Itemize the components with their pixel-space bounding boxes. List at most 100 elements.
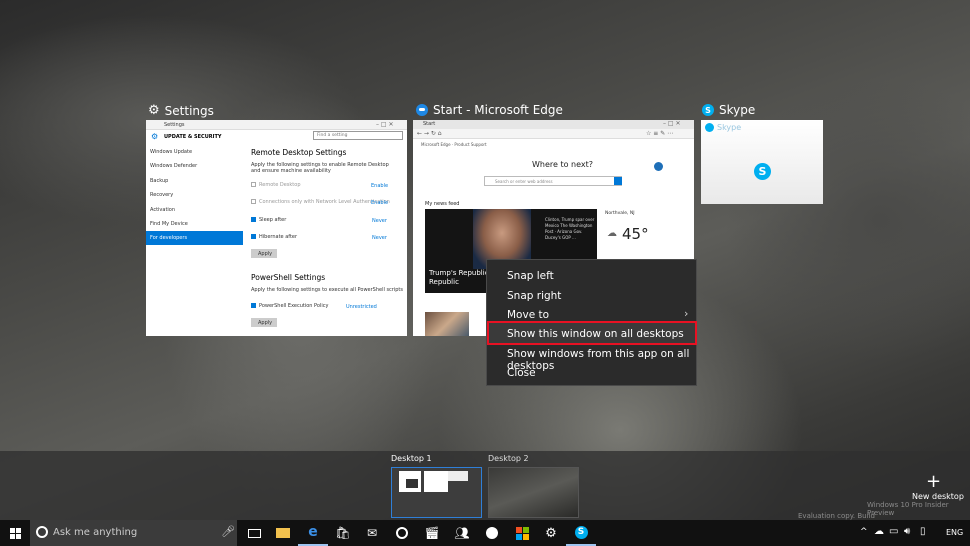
window-controls-icon: – □ ✕	[663, 120, 681, 127]
checkbox-label: Sleep after	[259, 217, 287, 223]
remote-desktop-title: Remote Desktop Settings	[251, 148, 347, 157]
avatar[interactable]	[654, 162, 663, 171]
gear-icon: ⚙	[151, 132, 159, 141]
edge-search-input[interactable]: Search or enter web address	[484, 176, 622, 186]
settings-window-thumbnail[interactable]: Settings – □ ✕ ⚙ UPDATE & SECURITY Find …	[146, 120, 407, 336]
remote-desktop-desc: Apply the following settings to enable R…	[251, 162, 389, 174]
battery-icon[interactable]: ▯	[920, 526, 926, 537]
mail-icon[interactable]: ✉	[357, 520, 387, 546]
enable-link[interactable]: Enable	[371, 200, 388, 206]
settings-section-title: UPDATE & SECURITY	[164, 134, 222, 140]
cortana-icon	[36, 526, 48, 538]
menu-item-move-to[interactable]: Move to	[507, 309, 549, 321]
chevron-up-icon[interactable]: ^	[860, 527, 868, 537]
office-icon[interactable]	[507, 520, 537, 546]
file-explorer-icon[interactable]	[268, 520, 298, 546]
hibernate-checkbox[interactable]	[251, 234, 256, 239]
nav-buttons-icon[interactable]: ← → ↻ ⌂	[417, 130, 442, 137]
action-center-icon[interactable]: ▭	[889, 526, 898, 537]
store-icon[interactable]: 🛍︎	[328, 520, 358, 546]
settings-nav-item[interactable]: Backup	[150, 178, 168, 184]
language-indicator[interactable]: ENG	[946, 528, 963, 537]
desktop-2-label: Desktop 2	[488, 454, 529, 463]
never-link[interactable]: Never	[372, 235, 387, 241]
window-title-label: Skype	[719, 103, 756, 117]
skype-title: Skype	[717, 123, 742, 132]
settings-nav: Windows Update Windows Defender Backup R…	[146, 144, 243, 336]
toolbar-icons[interactable]: ☆ ≡ ✎ ⋯	[646, 130, 673, 137]
menu-item-show-window-all-desktops[interactable]: Show this window on all desktops	[507, 328, 684, 340]
settings-nav-item[interactable]: Recovery	[150, 192, 173, 198]
edge-taskbar-icon[interactable]: e	[298, 520, 328, 546]
windows-start-icon[interactable]	[0, 520, 30, 546]
virtual-desktops-bar: Desktop 1 Desktop 2 + New desktop Window…	[0, 451, 970, 528]
skype-icon: S	[702, 104, 714, 116]
people-icon[interactable]: 👥︎	[447, 520, 477, 546]
desktop-1-label: Desktop 1	[391, 454, 432, 463]
chevron-right-icon: ›	[684, 307, 689, 320]
skype-icon	[705, 123, 714, 132]
news-feed-label: My news feed	[425, 201, 460, 207]
powershell-title: PowerShell Settings	[251, 273, 326, 282]
plus-icon[interactable]: +	[926, 471, 941, 492]
checkbox-label: Remote Desktop	[259, 182, 301, 188]
checkbox-label: Hibernate after	[259, 234, 298, 240]
edge-tab[interactable]: Start	[423, 121, 435, 127]
temperature: 45°	[622, 225, 649, 243]
settings-nav-item-active[interactable]: For developers	[150, 235, 187, 241]
menu-item-snap-left[interactable]: Snap left	[507, 270, 554, 282]
search-go-button[interactable]	[614, 177, 622, 185]
window-title-edge[interactable]: Start - Microsoft Edge	[416, 103, 563, 117]
powershell-desc: Apply the following settings to execute …	[251, 287, 403, 293]
checkbox-label: PowerShell Execution Policy	[259, 303, 329, 309]
microphone-icon[interactable]: 🎤︎	[221, 525, 235, 538]
cortana-search-box[interactable]: Ask me anything 🎤︎	[30, 520, 237, 546]
task-view-icon[interactable]	[239, 520, 269, 546]
maps-icon[interactable]	[387, 520, 417, 546]
new-desktop-label[interactable]: New desktop	[912, 492, 964, 501]
edge-icon	[416, 104, 428, 116]
favorites-bar[interactable]: Microsoft Edge · Product Support	[421, 142, 487, 147]
side-news: Clinton, Trump spar over Mexico The Wash…	[545, 217, 595, 240]
window-title-settings[interactable]: ⚙ Settings	[148, 103, 214, 118]
sleep-checkbox[interactable]	[251, 217, 256, 222]
nla-checkbox[interactable]	[251, 199, 256, 204]
edge-heading: Where to next?	[532, 160, 594, 169]
settings-nav-item[interactable]: Windows Defender	[150, 163, 197, 169]
desktop-2-thumbnail[interactable]	[488, 467, 579, 518]
unrestricted-link[interactable]: Unrestricted	[346, 304, 377, 310]
gear-icon: ⚙	[148, 103, 160, 118]
enable-link[interactable]: Enable	[371, 183, 388, 189]
menu-item-close[interactable]: Close	[507, 367, 536, 379]
search-placeholder: Ask me anything	[53, 527, 138, 538]
volume-icon[interactable]: 🔊︎	[904, 526, 910, 537]
cloud-icon: ☁	[607, 228, 617, 239]
weather-location: Northvale, NJ	[605, 211, 635, 216]
apply-button[interactable]: Apply	[251, 249, 277, 258]
settings-nav-item[interactable]: Find My Device	[150, 221, 188, 227]
window-title-label: Start - Microsoft Edge	[433, 103, 563, 117]
network-icon[interactable]: ☁	[874, 526, 884, 537]
window-title-skype[interactable]: S Skype	[702, 103, 755, 117]
skype-logo-icon: S	[754, 163, 771, 180]
powershell-checkbox[interactable]	[251, 303, 256, 308]
news-thumbnail[interactable]	[425, 312, 469, 336]
apply-button[interactable]: Apply	[251, 318, 277, 327]
menu-item-snap-right[interactable]: Snap right	[507, 290, 561, 302]
settings-header: Settings	[164, 122, 185, 128]
skype-window-thumbnail[interactable]: Skype S	[701, 120, 823, 204]
window-title-label: Settings	[164, 103, 214, 118]
context-menu: Snap left Snap right Move to › Show this…	[486, 259, 697, 386]
settings-search-input[interactable]: Find a setting	[313, 131, 403, 140]
settings-nav-item[interactable]: Activation	[150, 207, 175, 213]
settings-taskbar-icon[interactable]: ⚙	[536, 520, 566, 546]
desktop-1-thumbnail[interactable]	[391, 467, 482, 518]
never-link[interactable]: Never	[372, 218, 387, 224]
window-controls-icon: – □ ✕	[376, 121, 394, 128]
xbox-icon[interactable]	[477, 520, 507, 546]
taskbar: Ask me anything 🎤︎ e 🛍︎ ✉ 🎬︎ 👥︎ ⚙ S ^ ☁ …	[0, 520, 970, 546]
movies-icon[interactable]: 🎬︎	[417, 520, 447, 546]
settings-nav-item[interactable]: Windows Update	[150, 149, 192, 155]
remote-desktop-checkbox[interactable]	[251, 182, 256, 187]
skype-taskbar-icon[interactable]: S	[566, 520, 596, 546]
